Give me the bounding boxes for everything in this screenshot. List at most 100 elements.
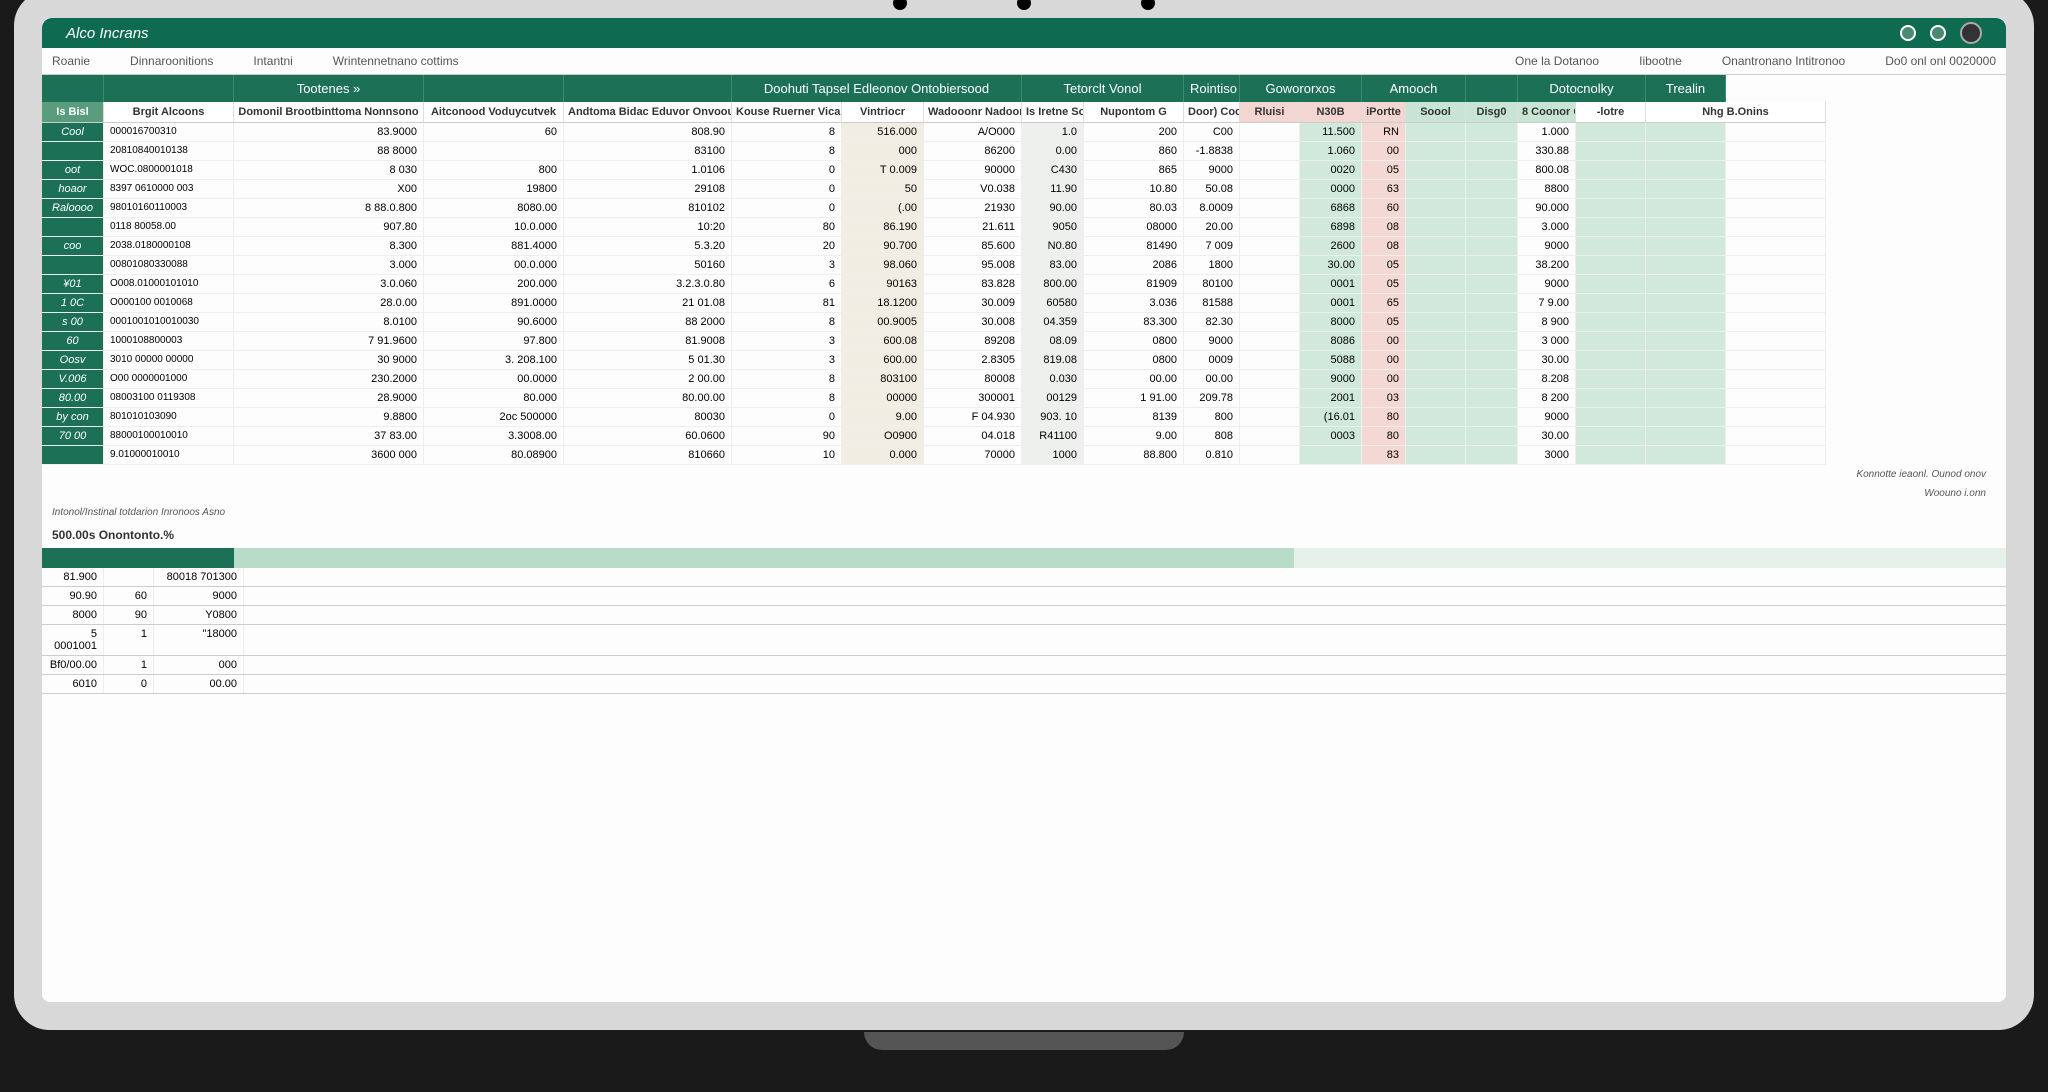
cell[interactable]: 00 — [1362, 142, 1406, 161]
cell[interactable]: 230.2000 — [234, 370, 424, 389]
cell[interactable]: O0900 — [842, 427, 924, 446]
cell[interactable]: 05 — [1362, 161, 1406, 180]
cell[interactable] — [1646, 389, 1726, 408]
col-door[interactable]: Door) Coo — [1184, 102, 1240, 123]
cell[interactable] — [1646, 123, 1726, 142]
cell[interactable]: 05 — [1362, 256, 1406, 275]
cell[interactable]: 11.90 — [1022, 180, 1084, 199]
cell[interactable] — [1726, 313, 1826, 332]
lower-row[interactable]: 800090Y0800 — [42, 606, 2006, 625]
cell[interactable]: 907.80 — [234, 218, 424, 237]
cell[interactable] — [1466, 256, 1518, 275]
cell[interactable]: 83.300 — [1084, 313, 1184, 332]
window-control-max[interactable] — [1930, 25, 1946, 41]
cell[interactable]: 00 — [1362, 370, 1406, 389]
cell[interactable] — [1240, 446, 1300, 465]
cell[interactable] — [1466, 161, 1518, 180]
cell[interactable]: 90.90 — [42, 587, 104, 605]
cell[interactable]: 3.036 — [1084, 294, 1184, 313]
cell[interactable]: 05 — [1362, 313, 1406, 332]
cell[interactable] — [1576, 408, 1646, 427]
cell[interactable]: 83.00 — [1022, 256, 1084, 275]
cell[interactable] — [1466, 180, 1518, 199]
col-andtoma[interactable]: Andtoma Bidac Eduvor Onvooult — [564, 102, 732, 123]
cell[interactable] — [1240, 199, 1300, 218]
table-row[interactable]: 2081084001013888 8000831008000862000.008… — [42, 142, 2006, 161]
cell[interactable] — [1406, 123, 1466, 142]
cell[interactable]: 8 — [732, 313, 842, 332]
cell[interactable]: 3 — [732, 351, 842, 370]
cell[interactable] — [1726, 351, 1826, 370]
cell[interactable]: RN — [1362, 123, 1406, 142]
cell[interactable]: R41100 — [1022, 427, 1084, 446]
cell[interactable]: 3 — [732, 332, 842, 351]
cell[interactable]: 20 — [732, 237, 842, 256]
cell[interactable]: 00.9005 — [842, 313, 924, 332]
cell[interactable] — [1576, 123, 1646, 142]
window-control-close[interactable] — [1960, 22, 1982, 44]
col-isbisl[interactable]: Is Bisl — [42, 102, 104, 123]
cell[interactable]: 05 — [1362, 275, 1406, 294]
cell[interactable] — [1646, 180, 1726, 199]
cell[interactable]: 803100 — [842, 370, 924, 389]
cell[interactable]: 2600 — [1300, 237, 1362, 256]
cell[interactable] — [1726, 123, 1826, 142]
cell[interactable]: 08000 — [1084, 218, 1184, 237]
cell[interactable]: Y0800 — [154, 606, 244, 624]
cell[interactable]: 3.2.3.0.80 — [564, 275, 732, 294]
cell[interactable]: 28.9000 — [234, 389, 424, 408]
table-row[interactable]: 0118 80058.00907.8010.0.00010:208086.190… — [42, 218, 2006, 237]
cell[interactable]: 9000 — [1184, 332, 1240, 351]
cell[interactable]: 98.060 — [842, 256, 924, 275]
cell[interactable]: 50.08 — [1184, 180, 1240, 199]
cell[interactable]: 08 — [1362, 237, 1406, 256]
cell[interactable] — [1240, 161, 1300, 180]
cell[interactable]: 7 9.00 — [1518, 294, 1576, 313]
cell[interactable]: 18.1200 — [842, 294, 924, 313]
cell[interactable] — [1406, 237, 1466, 256]
cell[interactable]: 30.00 — [1518, 427, 1576, 446]
cell[interactable] — [1726, 256, 1826, 275]
cell[interactable]: 0000 — [1300, 180, 1362, 199]
cell[interactable] — [1646, 408, 1726, 427]
cell[interactable] — [1406, 427, 1466, 446]
cell[interactable]: 90000 — [924, 161, 1022, 180]
cell[interactable] — [1466, 275, 1518, 294]
cell[interactable]: 30 9000 — [234, 351, 424, 370]
cell[interactable]: 0800 — [1084, 332, 1184, 351]
cell[interactable]: 90.6000 — [424, 313, 564, 332]
cell[interactable] — [1240, 237, 1300, 256]
cell[interactable]: 11.500 — [1300, 123, 1362, 142]
col-isiretne[interactable]: Is Iretne Soom — [1022, 102, 1084, 123]
cell[interactable] — [1466, 218, 1518, 237]
cell[interactable]: 30.00 — [1518, 351, 1576, 370]
cell[interactable] — [1726, 161, 1826, 180]
col-coonor[interactable]: 8 Coonor Coni — [1518, 102, 1576, 123]
table-row[interactable]: ootWOC.08000010188 0308001.01060T 0.0099… — [42, 161, 2006, 180]
cell[interactable]: 8.0100 — [234, 313, 424, 332]
cell[interactable] — [1646, 351, 1726, 370]
cell[interactable]: N0.80 — [1022, 237, 1084, 256]
cell[interactable]: 000 — [154, 656, 244, 674]
cell[interactable] — [1646, 199, 1726, 218]
cell[interactable]: 3. 208.100 — [424, 351, 564, 370]
cell[interactable]: 86200 — [924, 142, 1022, 161]
cell[interactable]: 0.810 — [1184, 446, 1240, 465]
cell[interactable] — [1406, 180, 1466, 199]
cell[interactable] — [1646, 275, 1726, 294]
cell[interactable] — [104, 568, 154, 586]
cell[interactable]: 600.08 — [842, 332, 924, 351]
cell[interactable] — [1576, 313, 1646, 332]
cell[interactable]: (16.01 — [1300, 408, 1362, 427]
cell[interactable]: 00.00 — [1184, 370, 1240, 389]
cell[interactable] — [1466, 389, 1518, 408]
cell[interactable] — [1646, 332, 1726, 351]
tab-onela[interactable]: One la Dotanoo — [1515, 54, 1599, 68]
cell[interactable]: 000 — [842, 142, 924, 161]
cell[interactable] — [1406, 389, 1466, 408]
cell[interactable] — [1576, 332, 1646, 351]
cell[interactable] — [1240, 427, 1300, 446]
cell[interactable] — [1726, 408, 1826, 427]
cell[interactable] — [1466, 142, 1518, 161]
cell[interactable]: 00 — [1362, 332, 1406, 351]
